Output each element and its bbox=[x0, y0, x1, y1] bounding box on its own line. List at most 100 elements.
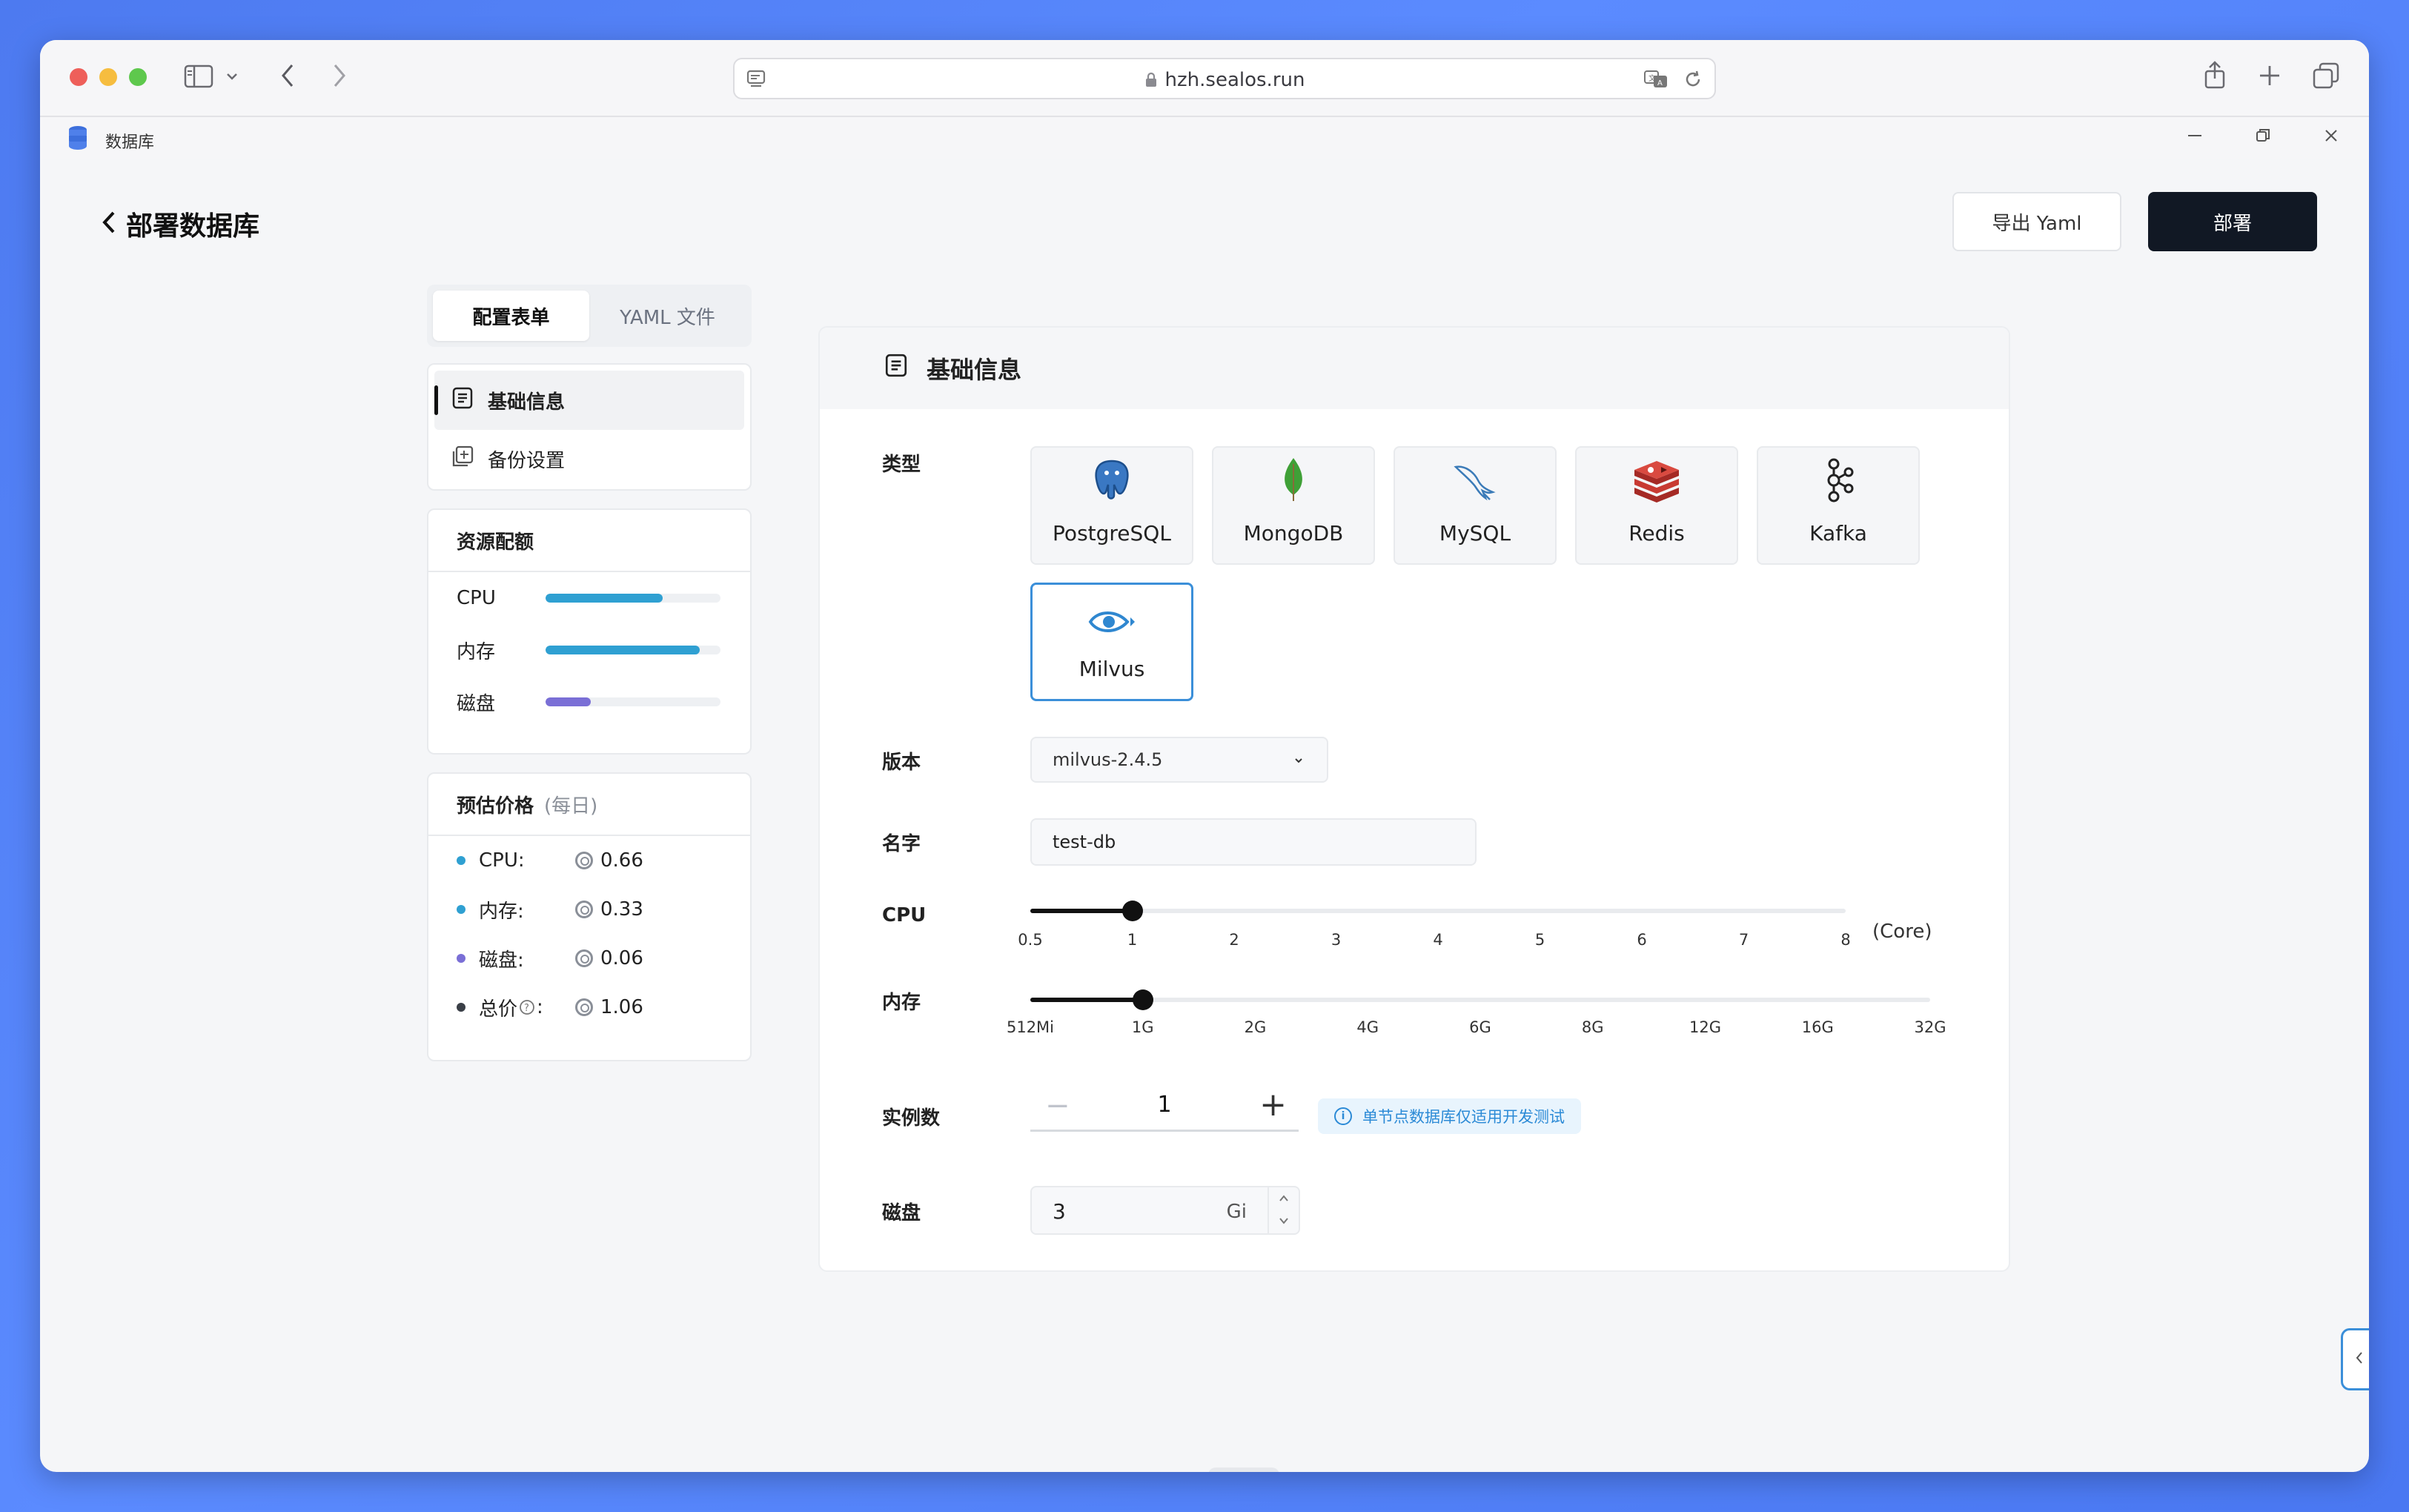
price-label-total: 总价 ? : bbox=[479, 994, 575, 1021]
tab-overview-icon[interactable] bbox=[2313, 62, 2339, 89]
replicas-label: 实例数 bbox=[882, 1107, 941, 1130]
mode-tabs: 配置表单 YAML 文件 bbox=[427, 285, 752, 347]
cpu-tick: 3 bbox=[1331, 931, 1342, 949]
mongodb-leaf-icon bbox=[1279, 457, 1308, 508]
restore-icon[interactable] bbox=[2255, 127, 2271, 144]
section-title: 基础信息 bbox=[927, 356, 1022, 384]
memory-tick: 2G bbox=[1244, 1018, 1267, 1036]
backup-icon bbox=[451, 445, 488, 474]
quota-fill bbox=[546, 697, 592, 706]
coin-icon bbox=[575, 852, 593, 869]
db-type-label: Kafka bbox=[1809, 521, 1867, 546]
milvus-eye-icon bbox=[1087, 606, 1136, 643]
quota-label: CPU bbox=[457, 587, 496, 609]
nav-item-label: 基础信息 bbox=[488, 391, 566, 414]
sidebar-toggle-icon[interactable] bbox=[184, 64, 213, 89]
cpu-tick: 8 bbox=[1840, 931, 1851, 949]
version-select[interactable]: milvus-2.4.5 bbox=[1030, 737, 1328, 783]
reload-icon[interactable] bbox=[1682, 68, 1704, 90]
legend-dot bbox=[457, 905, 465, 914]
quota-row-memory: 内存 bbox=[428, 624, 750, 676]
database-icon bbox=[67, 125, 89, 151]
bottom-drawer-handle[interactable] bbox=[1208, 1468, 1279, 1472]
db-type-milvus[interactable]: Milvus bbox=[1030, 583, 1193, 701]
memory-tick: 4G bbox=[1356, 1018, 1379, 1036]
quota-title: 资源配额 bbox=[428, 510, 750, 572]
slider-fill bbox=[1030, 909, 1133, 913]
db-type-label: MongoDB bbox=[1243, 521, 1344, 546]
minimize-icon[interactable] bbox=[2187, 127, 2203, 144]
disk-input[interactable]: 3 Gi bbox=[1030, 1186, 1300, 1235]
replicas-tip: i 单节点数据库仅适用开发测试 bbox=[1318, 1098, 1581, 1134]
browser-toolbar: hzh.sealos.run 文A bbox=[40, 40, 2369, 117]
coin-icon bbox=[575, 949, 593, 967]
cpu-slider[interactable] bbox=[1030, 901, 1846, 921]
disk-label: 磁盘 bbox=[882, 1202, 921, 1224]
cpu-tick: 2 bbox=[1229, 931, 1239, 949]
translate-icon[interactable]: 文A bbox=[1643, 68, 1670, 90]
memory-tick: 6G bbox=[1469, 1018, 1491, 1036]
legend-dot bbox=[457, 856, 465, 865]
price-label-suffix: : bbox=[537, 996, 543, 1018]
quota-fill bbox=[546, 646, 700, 654]
spin-down-icon[interactable] bbox=[1276, 1213, 1291, 1232]
increment-button[interactable]: + bbox=[1259, 1086, 1287, 1124]
share-icon[interactable] bbox=[2203, 61, 2227, 90]
forward-icon[interactable] bbox=[331, 62, 348, 89]
quota-bar bbox=[546, 646, 720, 654]
db-type-label: Redis bbox=[1628, 521, 1685, 546]
price-value: 0.06 bbox=[600, 947, 643, 969]
db-type-kafka[interactable]: Kafka bbox=[1757, 446, 1920, 565]
memory-tick: 1G bbox=[1131, 1018, 1154, 1036]
db-type-redis[interactable]: Redis bbox=[1575, 446, 1738, 565]
maximize-window-button[interactable] bbox=[129, 68, 147, 86]
url-text: hzh.sealos.run bbox=[735, 69, 1714, 93]
address-bar[interactable]: hzh.sealos.run 文A bbox=[733, 58, 1716, 99]
help-icon[interactable]: ? bbox=[519, 999, 535, 1015]
db-type-mongodb[interactable]: MongoDB bbox=[1212, 446, 1375, 565]
section-nav: 基础信息 备份设置 bbox=[427, 363, 752, 491]
legend-dot bbox=[457, 1003, 465, 1012]
db-type-postgresql[interactable]: PostgreSQL bbox=[1030, 446, 1193, 565]
name-label: 名字 bbox=[882, 833, 921, 855]
close-icon[interactable] bbox=[2323, 127, 2339, 144]
document-icon bbox=[884, 353, 927, 384]
replicas-stepper: − 1 + bbox=[1030, 1080, 1299, 1132]
chevron-down-icon[interactable] bbox=[225, 70, 239, 83]
back-icon[interactable] bbox=[279, 62, 296, 89]
app-title-bar: 数据库 bbox=[40, 117, 2369, 159]
replicas-value[interactable]: 1 bbox=[1030, 1092, 1299, 1118]
left-panel: 配置表单 YAML 文件 基础信息 备份设置 资源配额 CPU 内存 磁盘 预估… bbox=[427, 285, 752, 1061]
version-value: milvus-2.4.5 bbox=[1053, 749, 1163, 770]
name-input[interactable]: test-db bbox=[1030, 818, 1477, 866]
price-label: 总价 bbox=[479, 998, 518, 1021]
close-window-button[interactable] bbox=[70, 68, 87, 86]
cpu-tick: 1 bbox=[1127, 931, 1138, 949]
nav-item-basic-info[interactable]: 基础信息 bbox=[434, 371, 744, 430]
tab-config-form[interactable]: 配置表单 bbox=[433, 291, 589, 341]
slider-thumb[interactable] bbox=[1132, 989, 1153, 1010]
slider-fill bbox=[1030, 998, 1143, 1002]
memory-tick: 12G bbox=[1689, 1018, 1721, 1036]
tab-yaml-file[interactable]: YAML 文件 bbox=[589, 291, 746, 341]
export-yaml-button[interactable]: 导出 Yaml bbox=[1952, 192, 2121, 251]
disk-unit: Gi bbox=[1226, 1201, 1247, 1223]
back-link[interactable]: 部署数据库 bbox=[99, 205, 259, 243]
slider-thumb[interactable] bbox=[1121, 901, 1143, 921]
db-type-mysql[interactable]: MySQL bbox=[1394, 446, 1557, 565]
spin-up-icon[interactable] bbox=[1276, 1190, 1291, 1210]
price-row-total: 总价 ? : 1.06 bbox=[428, 983, 750, 1032]
nav-item-backup-settings[interactable]: 备份设置 bbox=[434, 430, 744, 488]
side-panel-toggle[interactable] bbox=[2341, 1328, 2369, 1390]
new-tab-icon[interactable] bbox=[2258, 64, 2282, 87]
price-subtitle: (每日) bbox=[544, 795, 598, 818]
svg-text:?: ? bbox=[524, 1003, 529, 1014]
memory-slider[interactable] bbox=[1030, 989, 1930, 1010]
cpu-tick: 4 bbox=[1433, 931, 1443, 949]
minimize-window-button[interactable] bbox=[99, 68, 117, 86]
price-row-memory: 内存: 0.33 bbox=[428, 885, 750, 934]
price-value: 1.06 bbox=[600, 996, 643, 1018]
price-value: 0.33 bbox=[600, 898, 643, 921]
deploy-button[interactable]: 部署 bbox=[2148, 192, 2317, 251]
db-type-label: PostgreSQL bbox=[1053, 521, 1171, 546]
